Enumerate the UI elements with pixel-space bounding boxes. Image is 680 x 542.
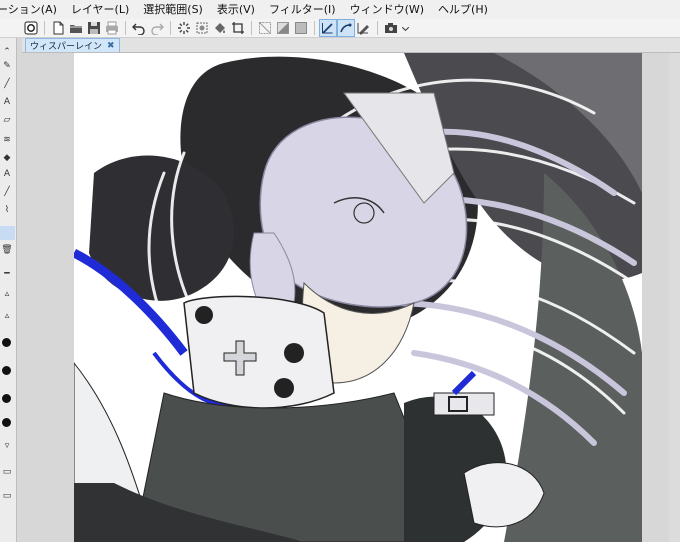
tool-fill-icon[interactable]: ◆ bbox=[1, 152, 13, 164]
toolbar-separator bbox=[314, 21, 315, 35]
toolbar-separator bbox=[44, 21, 45, 35]
vertical-scrollbar[interactable] bbox=[669, 53, 680, 542]
save-icon[interactable] bbox=[86, 20, 102, 36]
loading-spinner-icon[interactable] bbox=[176, 20, 192, 36]
brush-size-dot[interactable] bbox=[2, 338, 11, 347]
left-tool-panel: ⌃ ✎ ╱ A ▱ ≋ ◆ A ╱ ⌇ 🗑 ━ ▵ ▵ ▿ ▭ ▭ bbox=[0, 38, 17, 542]
new-file-icon[interactable] bbox=[50, 20, 66, 36]
menu-selection[interactable]: 選択範囲(S) bbox=[136, 0, 210, 19]
tool-brush-icon[interactable]: ╱ bbox=[1, 78, 13, 90]
transform-icon[interactable] bbox=[194, 20, 210, 36]
tool-pen-icon[interactable]: ✎ bbox=[1, 60, 13, 72]
panel-arrow-icon[interactable]: ⌃ bbox=[1, 46, 13, 58]
dropdown-arrow-icon[interactable] bbox=[401, 20, 410, 36]
open-folder-icon[interactable] bbox=[68, 20, 84, 36]
camera-icon[interactable] bbox=[383, 20, 399, 36]
brush-size-dot[interactable] bbox=[2, 394, 11, 403]
menu-view[interactable]: 表示(V) bbox=[210, 0, 262, 19]
toolbar-separator bbox=[377, 21, 378, 35]
panel-menu-icon[interactable]: ▿ bbox=[1, 440, 13, 452]
tool-eraser-icon[interactable]: ▱ bbox=[1, 114, 13, 126]
tool-text-icon[interactable]: A bbox=[1, 96, 13, 108]
brush-size-dot[interactable] bbox=[2, 366, 11, 375]
canvas-area[interactable] bbox=[22, 53, 680, 542]
menu-filter[interactable]: フィルター(I) bbox=[262, 0, 343, 19]
app-logo-icon[interactable] bbox=[23, 20, 39, 36]
lasso-tool-icon[interactable] bbox=[337, 19, 355, 37]
canvas-image[interactable] bbox=[74, 53, 642, 542]
tab-label: ウィスパーレイン bbox=[30, 42, 103, 52]
redo-icon[interactable] bbox=[149, 20, 165, 36]
brush-size-icon[interactable]: ▵ bbox=[1, 288, 13, 300]
tool-line-icon[interactable]: ╱ bbox=[1, 186, 13, 198]
undo-icon[interactable] bbox=[131, 20, 147, 36]
toolbar-separator bbox=[251, 21, 252, 35]
correction-tool-icon[interactable] bbox=[356, 20, 372, 36]
menu-layer[interactable]: レイヤー(L) bbox=[64, 0, 136, 19]
tool-selected-highlight[interactable] bbox=[0, 226, 15, 240]
document-tab-bar: ウィスパーレイン ✖ bbox=[22, 38, 680, 53]
invert-selection-icon[interactable] bbox=[275, 20, 291, 36]
tool-type-icon[interactable]: A bbox=[1, 168, 13, 180]
toolbar-separator bbox=[170, 21, 171, 35]
menu-bar: メーション(A) レイヤー(L) 選択範囲(S) 表示(V) フィルター(I) … bbox=[0, 0, 680, 20]
toolbar-separator bbox=[125, 21, 126, 35]
tool-airbrush-icon[interactable]: ≋ bbox=[1, 134, 13, 146]
tab-document[interactable]: ウィスパーレイン ✖ bbox=[25, 38, 120, 52]
trash-icon[interactable]: 🗑 bbox=[1, 244, 13, 256]
print-icon[interactable] bbox=[104, 20, 120, 36]
menu-window[interactable]: ウィンドウ(W) bbox=[343, 0, 431, 19]
tool-option-icon[interactable]: ▭ bbox=[1, 490, 13, 502]
fill-icon[interactable] bbox=[212, 20, 228, 36]
crop-icon[interactable] bbox=[230, 20, 246, 36]
pen-tool-icon[interactable] bbox=[319, 19, 337, 37]
tool-eyedropper-icon[interactable]: ⌇ bbox=[1, 204, 13, 216]
brush-size-dot[interactable] bbox=[2, 418, 11, 427]
brush-size-icon[interactable]: ▵ bbox=[1, 310, 13, 322]
select-all-icon[interactable] bbox=[293, 20, 309, 36]
menu-help[interactable]: ヘルプ(H) bbox=[431, 0, 495, 19]
tool-option-icon[interactable]: ▭ bbox=[1, 466, 13, 478]
menu-animation[interactable]: メーション(A) bbox=[0, 0, 64, 19]
panel-separator-icon: ━ bbox=[4, 269, 10, 279]
deselect-icon[interactable] bbox=[257, 20, 273, 36]
close-icon[interactable]: ✖ bbox=[107, 41, 115, 51]
command-bar bbox=[0, 19, 680, 38]
